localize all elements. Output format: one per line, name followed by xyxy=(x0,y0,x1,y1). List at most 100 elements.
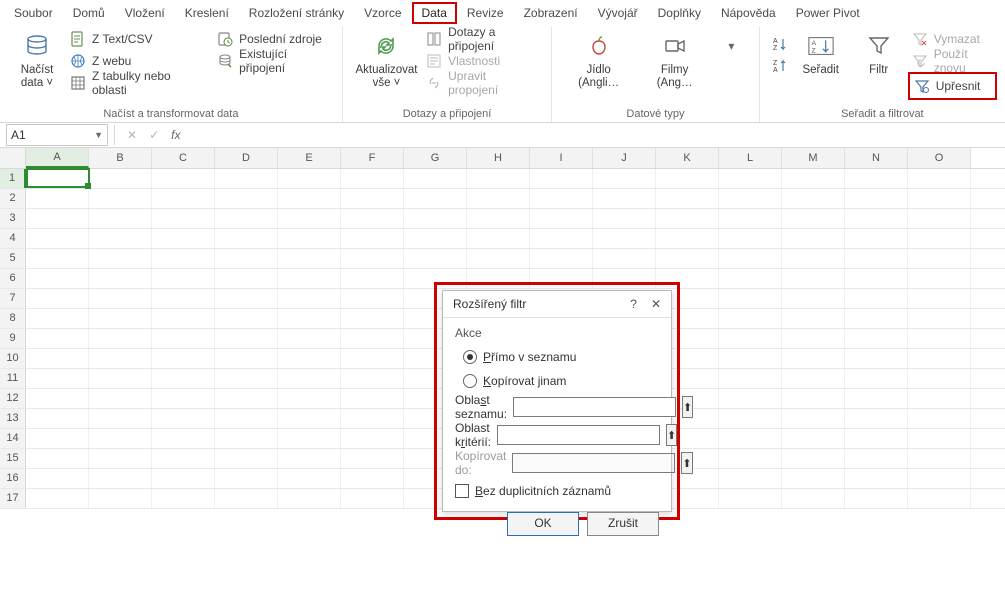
row-header[interactable]: 16 xyxy=(0,469,26,488)
cell[interactable] xyxy=(26,369,89,388)
cell[interactable] xyxy=(908,249,971,268)
cell[interactable] xyxy=(845,469,908,488)
cell[interactable] xyxy=(782,289,845,308)
advanced-filter-button[interactable]: Upřesnit xyxy=(908,72,997,100)
row-header[interactable]: 2 xyxy=(0,189,26,208)
row-header[interactable]: 1 xyxy=(0,169,26,188)
cell[interactable] xyxy=(845,209,908,228)
menu-domu[interactable]: Domů xyxy=(63,2,115,24)
cell[interactable] xyxy=(782,249,845,268)
cell[interactable] xyxy=(89,229,152,248)
cell[interactable] xyxy=(341,309,404,328)
cell[interactable] xyxy=(656,209,719,228)
cell[interactable] xyxy=(404,209,467,228)
cell[interactable] xyxy=(341,229,404,248)
cell[interactable] xyxy=(26,229,89,248)
column-header[interactable]: A xyxy=(26,148,89,168)
column-header[interactable]: C xyxy=(152,148,215,168)
list-range-input[interactable] xyxy=(513,397,676,417)
cell[interactable] xyxy=(215,449,278,468)
cell[interactable] xyxy=(278,209,341,228)
cell[interactable] xyxy=(341,289,404,308)
cell[interactable] xyxy=(908,289,971,308)
cell[interactable] xyxy=(719,289,782,308)
cell[interactable] xyxy=(719,349,782,368)
menu-revize[interactable]: Revize xyxy=(457,2,514,24)
cell[interactable] xyxy=(719,229,782,248)
cell[interactable] xyxy=(215,429,278,448)
cell[interactable] xyxy=(593,229,656,248)
cell[interactable] xyxy=(845,249,908,268)
cell[interactable] xyxy=(215,209,278,228)
column-header[interactable]: M xyxy=(782,148,845,168)
cell[interactable] xyxy=(656,249,719,268)
row-header[interactable]: 7 xyxy=(0,289,26,308)
row-header[interactable]: 5 xyxy=(0,249,26,268)
row-header[interactable]: 15 xyxy=(0,449,26,468)
cell[interactable] xyxy=(152,349,215,368)
cell[interactable] xyxy=(89,329,152,348)
fx-icon[interactable]: fx xyxy=(165,128,186,142)
copy-to-ref-button[interactable]: ⬆ xyxy=(681,452,692,474)
cell[interactable] xyxy=(152,389,215,408)
cell[interactable] xyxy=(341,389,404,408)
cell[interactable] xyxy=(215,169,278,188)
column-header[interactable]: D xyxy=(215,148,278,168)
cell[interactable] xyxy=(341,369,404,388)
cell[interactable] xyxy=(89,309,152,328)
cell[interactable] xyxy=(278,229,341,248)
cell[interactable] xyxy=(152,249,215,268)
cell[interactable] xyxy=(719,389,782,408)
cell[interactable] xyxy=(26,249,89,268)
cell[interactable] xyxy=(719,209,782,228)
cell[interactable] xyxy=(530,229,593,248)
cell[interactable] xyxy=(908,369,971,388)
cell[interactable] xyxy=(908,389,971,408)
cell[interactable] xyxy=(26,349,89,368)
cell[interactable] xyxy=(215,289,278,308)
cell[interactable] xyxy=(845,309,908,328)
cell[interactable] xyxy=(278,489,341,508)
column-header[interactable]: I xyxy=(530,148,593,168)
cell[interactable] xyxy=(26,289,89,308)
menu-kresleni[interactable]: Kreslení xyxy=(175,2,239,24)
filter-button[interactable]: Filtr xyxy=(850,28,908,79)
name-box[interactable]: A1 ▼ xyxy=(6,124,108,146)
cell[interactable] xyxy=(152,209,215,228)
cell[interactable] xyxy=(908,469,971,488)
row-header[interactable]: 9 xyxy=(0,329,26,348)
from-table-button[interactable]: Z tabulky nebo oblasti xyxy=(66,72,205,94)
cell[interactable] xyxy=(341,269,404,288)
cell[interactable] xyxy=(908,409,971,428)
cell[interactable] xyxy=(152,489,215,508)
cell[interactable] xyxy=(908,309,971,328)
cell[interactable] xyxy=(908,169,971,188)
column-header[interactable]: L xyxy=(719,148,782,168)
cell[interactable] xyxy=(278,369,341,388)
radio-copy-elsewhere[interactable]: Kopírovat jinam xyxy=(455,372,659,390)
cell[interactable] xyxy=(26,269,89,288)
cell[interactable] xyxy=(656,169,719,188)
cell[interactable] xyxy=(89,429,152,448)
cell[interactable] xyxy=(152,449,215,468)
cell[interactable] xyxy=(278,449,341,468)
cell[interactable] xyxy=(341,169,404,188)
menu-powerpivot[interactable]: Power Pivot xyxy=(786,2,870,24)
load-data-button[interactable]: Načístdata ˅ xyxy=(8,28,66,92)
cell[interactable] xyxy=(719,489,782,508)
cell[interactable] xyxy=(152,169,215,188)
criteria-range-ref-button[interactable]: ⬆ xyxy=(666,424,677,446)
cell[interactable] xyxy=(215,369,278,388)
cell[interactable] xyxy=(845,329,908,348)
cell[interactable] xyxy=(530,209,593,228)
cell[interactable] xyxy=(215,409,278,428)
list-range-ref-button[interactable]: ⬆ xyxy=(682,396,693,418)
cell[interactable] xyxy=(908,429,971,448)
cell[interactable] xyxy=(845,489,908,508)
sort-desc-button[interactable]: ZA xyxy=(768,56,792,76)
cell[interactable] xyxy=(719,189,782,208)
menu-napoveda[interactable]: Nápověda xyxy=(711,2,786,24)
cell[interactable] xyxy=(404,229,467,248)
column-header[interactable]: E xyxy=(278,148,341,168)
cell[interactable] xyxy=(908,229,971,248)
